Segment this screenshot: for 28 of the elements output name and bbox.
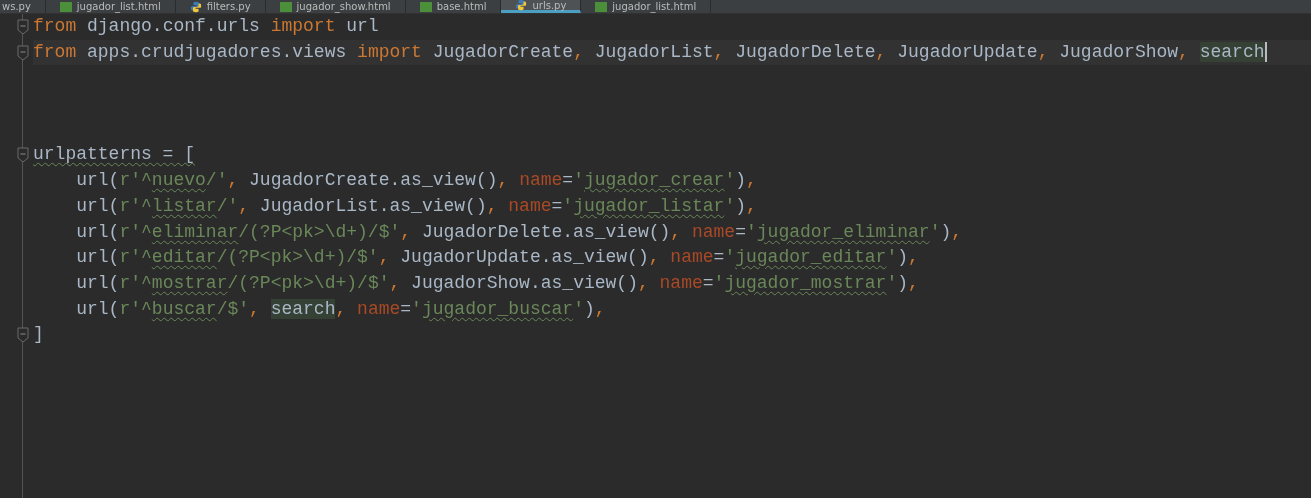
- editor-tab[interactable]: jugador_list.html: [581, 0, 712, 13]
- editor-tab[interactable]: jugador_show.html: [265, 0, 406, 13]
- text-cursor: [1264, 41, 1267, 62]
- code-line: url(r'^buscar/$', search, name='jugador_buscar'),: [75, 298, 606, 319]
- editor-tab[interactable]: ws.py: [0, 0, 46, 13]
- editor-tab[interactable]: base.html: [405, 0, 502, 13]
- code-line: ]: [33, 324, 44, 345]
- code-line: url(r'^eliminar/(?P<pk>\d+)/$', JugadorDelete.as_view(), name='jugador_eliminar'),: [75, 221, 963, 242]
- html-file-icon: [279, 1, 292, 12]
- python-file-icon: [515, 0, 528, 11]
- code-line: url(r'^editar/(?P<pk>\d+)/$', JugadorUpdate.as_view(), name='jugador_editar'),: [75, 247, 919, 268]
- html-file-icon: [59, 1, 72, 12]
- fold-marker-icon[interactable]: [17, 327, 29, 344]
- code-line: urlpatterns = [: [33, 144, 196, 165]
- editor-tab[interactable]: urls.py: [501, 0, 582, 13]
- fold-marker-icon[interactable]: [17, 44, 29, 61]
- html-file-icon: [595, 1, 608, 12]
- code-line: url(r'^listar/', JugadorList.as_view(), name='jugador_listar'),: [75, 195, 757, 216]
- code-line: from django.conf.urls import url: [33, 16, 379, 36]
- python-file-icon: [189, 0, 202, 13]
- html-file-icon: [419, 1, 432, 12]
- fold-marker-icon[interactable]: [17, 19, 29, 35]
- code-line: url(r'^mostrar/(?P<pk>\d+)/$', JugadorShow.as_view(), name='jugador_mostrar'),: [75, 272, 919, 293]
- editor-tab[interactable]: jugador_list.html: [45, 0, 176, 13]
- fold-marker-icon[interactable]: [17, 147, 29, 164]
- editor-tab[interactable]: filters.py: [175, 0, 266, 13]
- code-line: url(r'^nuevo/', JugadorCreate.as_view(), name='jugador_crear'),: [75, 170, 757, 191]
- code-line: from apps.crudjugadores.views import JugadorCreate, JugadorList, JugadorDelete, JugadorUpdate, JugadorShow, search: [33, 41, 1265, 62]
